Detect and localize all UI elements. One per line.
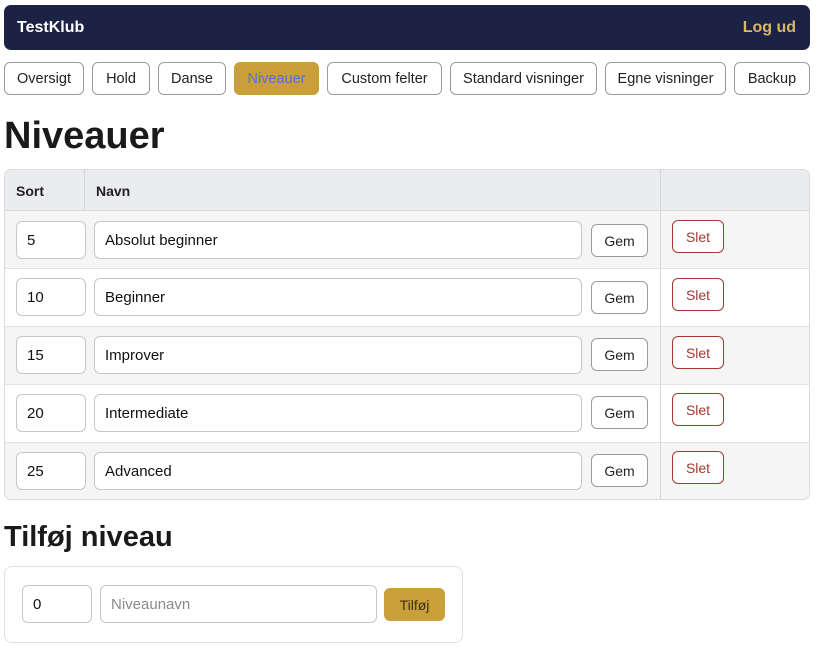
app-brand[interactable]: TestKlub (17, 19, 84, 37)
delete-button[interactable]: Slet (672, 278, 724, 311)
sort-input[interactable] (16, 452, 86, 490)
save-button[interactable]: Gem (591, 281, 648, 314)
column-divider (660, 443, 661, 499)
name-input[interactable] (94, 221, 582, 259)
sort-input[interactable] (16, 221, 86, 259)
save-button[interactable]: Gem (591, 338, 648, 371)
logout-link[interactable]: Log ud (743, 19, 796, 37)
delete-button[interactable]: Slet (672, 451, 724, 484)
column-divider (660, 385, 661, 442)
column-divider (660, 269, 661, 326)
nav-egne-visninger[interactable]: Egne visninger (605, 62, 726, 95)
nav-oversigt[interactable]: Oversigt (4, 62, 84, 95)
new-level-name-input[interactable] (100, 585, 377, 623)
add-level-heading: Tilføj niveau (4, 521, 173, 553)
delete-button[interactable]: Slet (672, 393, 724, 426)
nav-standard-visninger[interactable]: Standard visninger (450, 62, 597, 95)
table-row: Gem Slet (5, 269, 809, 327)
sort-input[interactable] (16, 336, 86, 374)
column-header-sort: Sort (16, 182, 44, 199)
name-input[interactable] (94, 394, 582, 432)
nav-hold[interactable]: Hold (92, 62, 150, 95)
name-input[interactable] (94, 452, 582, 490)
save-button[interactable]: Gem (591, 454, 648, 487)
page-title: Niveauer (4, 115, 165, 157)
add-level-button[interactable]: Tilføj (384, 588, 445, 621)
save-button[interactable]: Gem (591, 224, 648, 257)
nav-custom-felter[interactable]: Custom felter (327, 62, 442, 95)
column-header-navn: Navn (96, 182, 131, 199)
levels-table: Sort Navn Gem Slet Gem Slet Gem Slet Gem… (4, 169, 810, 500)
table-header: Sort Navn (5, 170, 809, 211)
nav-niveauer[interactable]: Niveauer (234, 62, 319, 95)
top-bar: TestKlub Log ud (4, 5, 810, 50)
column-divider (660, 211, 661, 268)
nav-backup[interactable]: Backup (734, 62, 810, 95)
column-divider (660, 327, 661, 384)
sort-input[interactable] (16, 278, 86, 316)
delete-button[interactable]: Slet (672, 336, 724, 369)
column-divider (84, 170, 85, 211)
nav-danse[interactable]: Danse (158, 62, 226, 95)
column-divider (660, 170, 661, 211)
sort-input[interactable] (16, 394, 86, 432)
table-row: Gem Slet (5, 327, 809, 385)
table-row: Gem Slet (5, 443, 809, 499)
name-input[interactable] (94, 278, 582, 316)
table-row: Gem Slet (5, 385, 809, 443)
name-input[interactable] (94, 336, 582, 374)
table-row: Gem Slet (5, 211, 809, 269)
delete-button[interactable]: Slet (672, 220, 724, 253)
save-button[interactable]: Gem (591, 396, 648, 429)
new-sort-input[interactable] (22, 585, 92, 623)
main-nav: Oversigt Hold Danse Niveauer Custom felt… (0, 62, 819, 95)
add-level-form: Tilføj (4, 566, 463, 643)
